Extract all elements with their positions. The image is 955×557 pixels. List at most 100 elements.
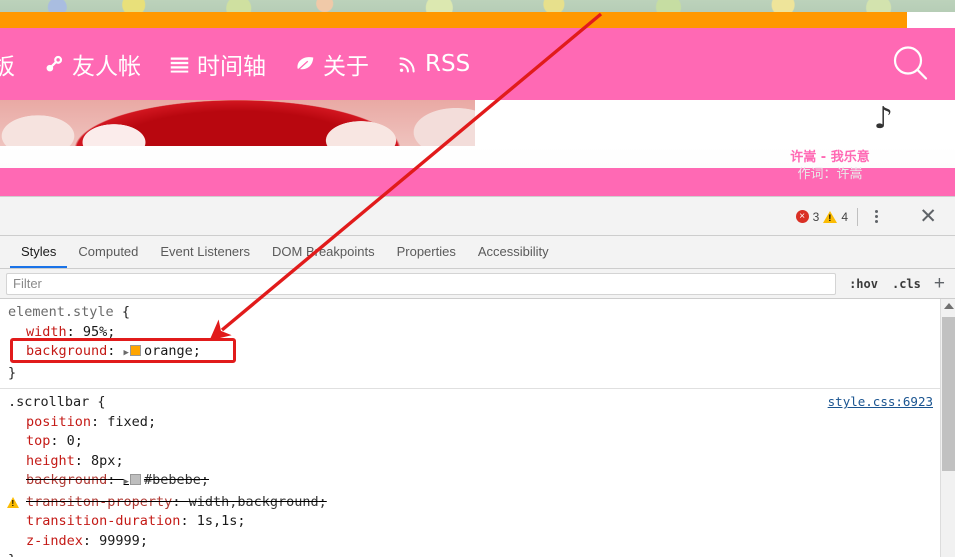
kebab-menu-icon[interactable]	[867, 210, 885, 223]
nav-label: 友人帐	[72, 54, 141, 80]
rule-selector: .scrollbar	[8, 394, 90, 410]
declaration-value[interactable]: 1s,1s	[197, 513, 238, 529]
colon: :	[50, 433, 67, 449]
expand-triangle-icon[interactable]: ▶	[124, 477, 129, 487]
tab-accessibility[interactable]: Accessibility	[467, 236, 560, 268]
cls-toggle-button[interactable]: .cls	[885, 277, 928, 291]
nav-item-about[interactable]: 关于	[294, 47, 369, 81]
tab-properties[interactable]: Properties	[386, 236, 467, 268]
nav-label: 关于	[323, 54, 369, 80]
semicolon: ;	[74, 433, 83, 449]
devtools-toolbar: × 3 4 ✕	[0, 197, 955, 236]
declaration-property: background	[26, 472, 108, 488]
orange-progress-scrollbar	[0, 12, 908, 28]
tab-computed[interactable]: Computed	[67, 236, 149, 268]
annotation-highlight-box	[10, 338, 236, 363]
music-player-subtitle: 作词：许嵩	[797, 167, 863, 182]
nav-item-board[interactable]: 板	[0, 47, 15, 81]
open-brace: {	[121, 304, 130, 320]
rss-icon	[397, 54, 418, 75]
style-rule-scrollbar: style.css:6923 .scrollbar { position: fi…	[0, 388, 955, 557]
warning-icon	[823, 210, 838, 223]
close-brace-line: }	[0, 364, 955, 384]
tab-dom-breakpoints[interactable]: DOM Breakpoints	[261, 236, 386, 268]
declaration-transition-duration[interactable]: transition-duration: 1s,1s;	[0, 512, 955, 532]
styles-filter-bar: Filter :hov .cls +	[0, 269, 955, 299]
semicolon: ;	[200, 472, 210, 488]
list-icon	[169, 54, 190, 75]
web-page-viewport: 板 友人帐 时间轴 关于 RSS ♪ 许嵩 - 我乐意 作词：许嵩	[0, 0, 955, 196]
semicolon: ;	[115, 452, 124, 469]
devtools-tab-bar: Styles Computed Event Listeners DOM Brea…	[0, 236, 955, 269]
declaration-value[interactable]: width,background	[189, 494, 319, 510]
nav-item-rss[interactable]: RSS	[397, 51, 470, 77]
semicolon: ;	[147, 413, 157, 430]
declaration-property: height	[26, 452, 75, 469]
nav-label: 时间轴	[197, 54, 266, 80]
colon: :	[180, 513, 197, 529]
open-brace: {	[97, 394, 106, 410]
styles-pane-scrollbar[interactable]	[940, 299, 955, 557]
nav-item-list: 板 友人帐 时间轴 关于 RSS	[0, 28, 470, 100]
declaration-warning-icon	[7, 496, 19, 508]
devtools-issue-counts[interactable]: × 3 4	[795, 197, 885, 236]
music-note-icon: ♪	[873, 101, 893, 136]
declaration-property: transition-duration	[26, 513, 181, 529]
close-brace: }	[8, 364, 17, 381]
close-brace-line: }	[0, 551, 955, 557]
tab-styles[interactable]: Styles	[10, 236, 68, 268]
colon: :	[91, 413, 108, 430]
declaration-value[interactable]: 0	[67, 433, 75, 449]
hov-toggle-button[interactable]: :hov	[842, 277, 885, 291]
color-swatch[interactable]	[129, 474, 141, 485]
declaration-property: z-index	[26, 532, 83, 549]
new-style-rule-button[interactable]: +	[928, 274, 955, 293]
close-brace: }	[8, 552, 16, 557]
colon: :	[82, 532, 100, 549]
nav-label: 板	[0, 54, 15, 80]
hero-banner-image	[0, 100, 475, 146]
declaration-value[interactable]: 99999	[99, 533, 140, 549]
stylesheet-source-link[interactable]: style.css:6923	[828, 394, 933, 409]
search-icon[interactable]	[889, 42, 933, 86]
semicolon: ;	[237, 513, 246, 529]
declaration-value[interactable]: fixed	[107, 414, 148, 430]
declaration-value[interactable]: 8px	[91, 453, 115, 469]
declaration-transiton-property-invalid[interactable]: transiton-property: width,background;	[0, 493, 955, 513]
site-navbar: 板 友人帐 时间轴 关于 RSS	[0, 28, 955, 100]
declaration-height[interactable]: height: 8px;	[0, 452, 955, 472]
nav-item-friends[interactable]: 友人帐	[43, 47, 141, 81]
colon: :	[172, 493, 189, 510]
declaration-background-overridden[interactable]: background: ▶ #bebebe;	[0, 471, 955, 493]
page-background-image	[0, 0, 955, 12]
error-count: 3	[812, 209, 820, 224]
declaration-z-index[interactable]: z-index: 99999;	[0, 532, 955, 552]
scroll-up-arrow-icon[interactable]	[944, 303, 954, 309]
nav-label: RSS	[425, 51, 471, 77]
declaration-property: top	[26, 433, 51, 449]
close-icon[interactable]: ✕	[919, 197, 937, 236]
filter-input[interactable]: Filter	[6, 272, 837, 295]
nav-item-timeline[interactable]: 时间轴	[169, 47, 266, 81]
colon: :	[107, 472, 124, 488]
error-icon: ×	[795, 210, 809, 223]
rule-selector-line[interactable]: element.style {	[0, 303, 955, 323]
semicolon: ;	[139, 532, 148, 549]
rule-selector-line[interactable]: .scrollbar {	[0, 393, 955, 413]
leaf-icon	[294, 53, 316, 75]
declaration-position[interactable]: position: fixed;	[0, 413, 955, 433]
link-icon	[43, 53, 65, 75]
screenshot-root: 板 友人帐 时间轴 关于 RSS ♪ 许嵩 - 我乐意 作词：许嵩 × 3 ! …	[0, 0, 955, 557]
devtools-panel: × 3 4 ✕ Styles Computed Event Listeners …	[0, 196, 955, 557]
declaration-top[interactable]: top: 0;	[0, 432, 955, 452]
rule-selector: element.style	[8, 304, 114, 320]
scrollbar-thumb[interactable]	[942, 317, 955, 471]
colon: :	[74, 452, 92, 469]
warning-count: 4	[841, 209, 848, 224]
tab-event-listeners[interactable]: Event Listeners	[149, 236, 261, 268]
declaration-value[interactable]: #bebebe	[144, 472, 201, 488]
semicolon: ;	[318, 493, 327, 510]
declaration-property: position	[26, 413, 92, 430]
toolbar-divider	[857, 207, 858, 226]
declaration-property: transiton-property	[26, 493, 173, 510]
